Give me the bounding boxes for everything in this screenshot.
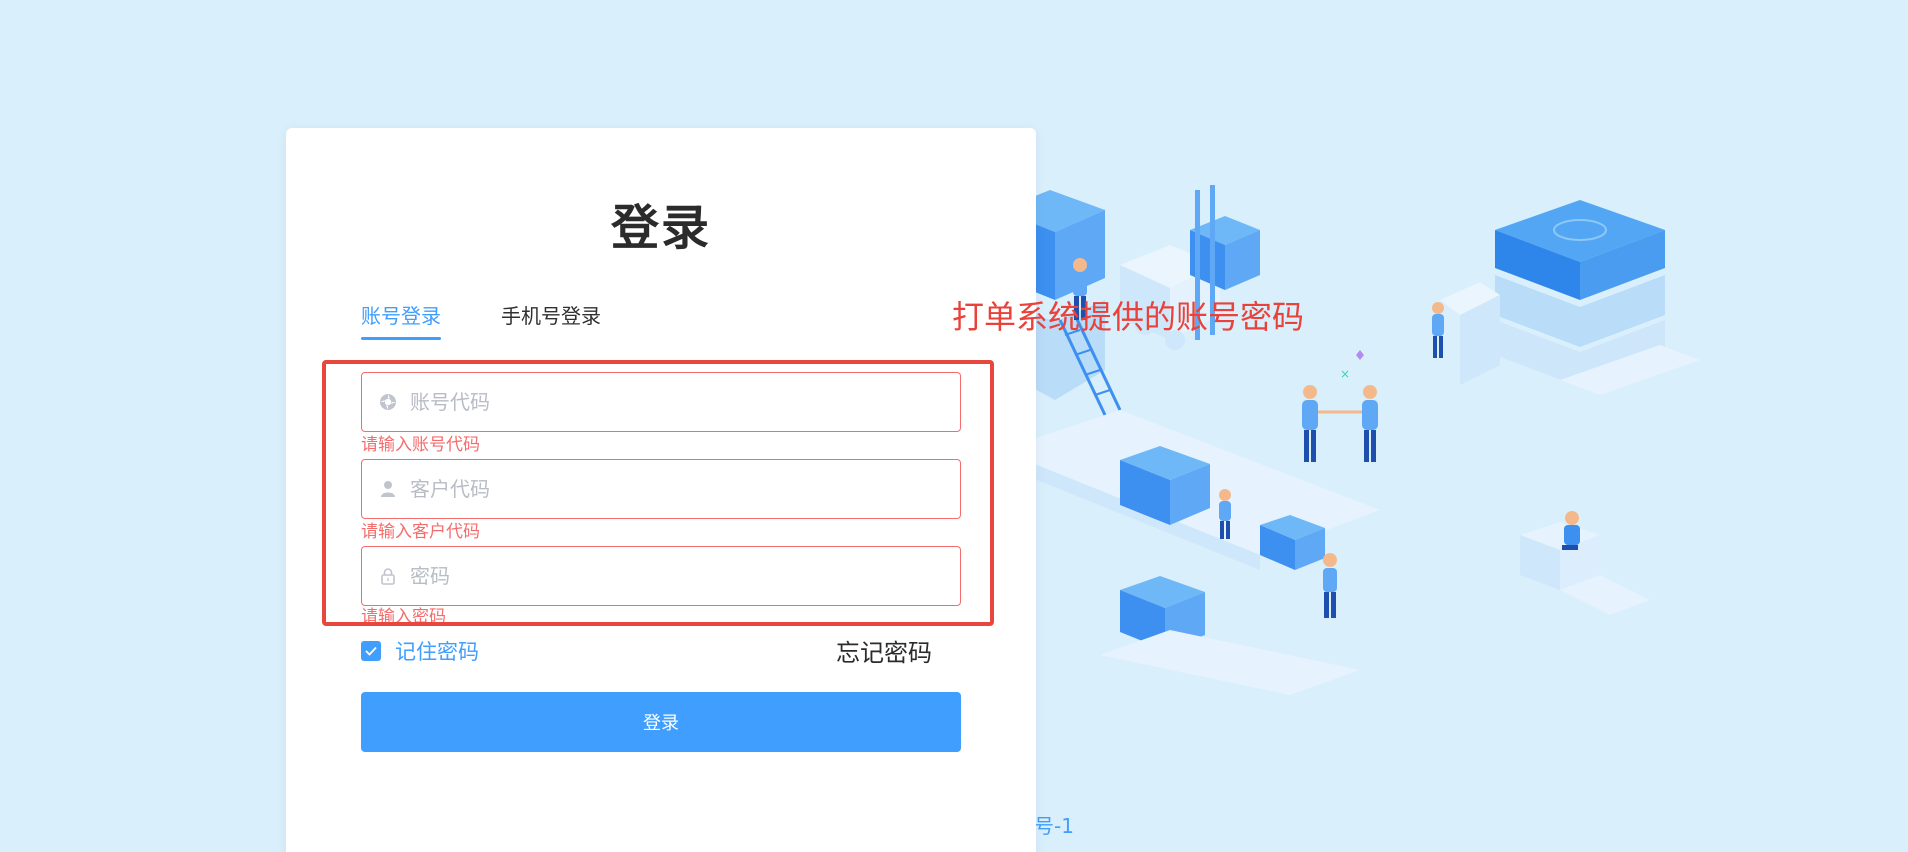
gear-icon	[378, 392, 398, 412]
customer-code-error: 请输入客户代码	[361, 522, 480, 542]
lock-icon	[378, 566, 398, 586]
password-input[interactable]	[410, 564, 960, 588]
account-code-field[interactable]	[361, 372, 961, 432]
customer-code-group: 请输入客户代码	[361, 459, 961, 545]
login-title: 登录	[610, 200, 711, 256]
account-code-error: 请输入账号代码	[361, 435, 480, 455]
footer-record-number: 号-1	[1034, 814, 1074, 838]
login-card: 登录 账号登录 手机号登录 打单系统提供的账号密码 请输入账号代码	[286, 128, 1304, 852]
forgot-password-link[interactable]: 忘记密码	[836, 633, 932, 668]
account-code-input[interactable]	[410, 390, 960, 414]
password-error-clip: 请输入密码	[361, 604, 961, 624]
check-icon	[365, 646, 377, 656]
annotation-label: 打单系统提供的账号密码	[952, 298, 1305, 336]
customer-code-field[interactable]	[361, 459, 961, 519]
login-button[interactable]: 登录	[361, 692, 961, 752]
user-icon	[378, 479, 398, 499]
background-illustration: ×	[1000, 150, 1800, 710]
remember-label: 记住密码	[395, 640, 479, 664]
customer-code-input[interactable]	[410, 477, 960, 501]
svg-text:×: ×	[1340, 367, 1350, 381]
remember-checkbox[interactable]	[361, 641, 381, 661]
password-field[interactable]	[361, 546, 961, 606]
password-group	[361, 546, 961, 606]
tab-account-login[interactable]: 账号登录	[361, 300, 441, 340]
password-error: 请输入密码	[361, 607, 446, 624]
account-code-group: 请输入账号代码	[361, 372, 961, 458]
remember-password[interactable]: 记住密码	[361, 636, 479, 666]
login-tabs: 账号登录 手机号登录	[361, 300, 601, 340]
tab-phone-login[interactable]: 手机号登录	[501, 300, 601, 340]
